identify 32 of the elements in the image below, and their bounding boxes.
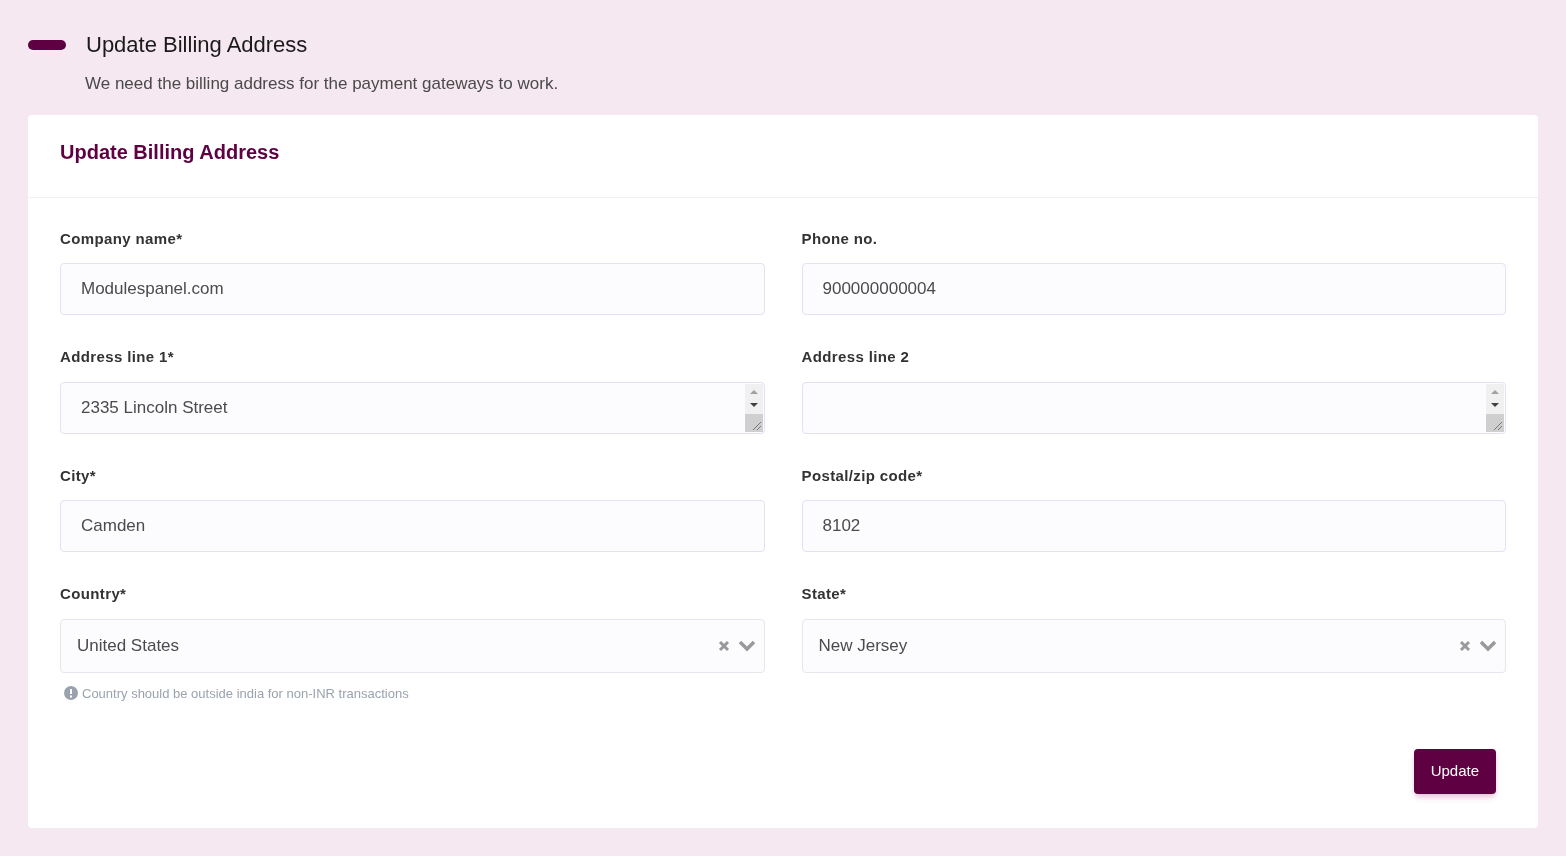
clear-icon[interactable] [1459, 639, 1471, 652]
field-label: Phone no. [801, 228, 879, 249]
field-label: Country* [60, 584, 128, 604]
text-field[interactable]: 900000000004 [801, 263, 1506, 315]
select-value: United States [77, 634, 180, 657]
text-field[interactable]: Camden [60, 500, 765, 552]
chevron-down-icon[interactable] [1479, 639, 1497, 652]
select-value: New Jersey [818, 634, 908, 657]
clear-icon[interactable] [717, 639, 730, 652]
field-label: City* [60, 465, 98, 486]
field-value: 2335 Lincoln Street [81, 396, 228, 419]
card-title: Update Billing Address [60, 140, 280, 163]
update-button[interactable]: Update [1413, 749, 1496, 794]
page-title: Update Billing Address [86, 31, 308, 59]
chevron-down-icon[interactable] [737, 639, 756, 652]
info-icon [64, 686, 78, 701]
text-field[interactable]: Modulespanel.com [60, 263, 765, 315]
scrollbar-icon [744, 383, 763, 432]
select-field[interactable]: New Jersey [801, 618, 1506, 673]
accent-bar-icon [28, 39, 66, 50]
page-subtitle: We need the billing address for the payment gateways to work. [85, 73, 560, 95]
text-field[interactable]: 8102 [801, 500, 1506, 552]
scrollbar-icon [1486, 383, 1504, 432]
field-label: Address line 1* [60, 347, 175, 367]
textarea-field[interactable] [801, 381, 1506, 434]
field-label: Postal/zip code* [801, 465, 924, 486]
hint-text: Country should be outside india for non-INR transactions [82, 684, 409, 703]
field-label: Company name* [60, 228, 184, 249]
textarea-field[interactable]: 2335 Lincoln Street [60, 381, 765, 434]
select-field[interactable]: United States [60, 618, 765, 673]
field-label: Address line 2 [801, 347, 911, 367]
field-label: State* [801, 584, 848, 604]
